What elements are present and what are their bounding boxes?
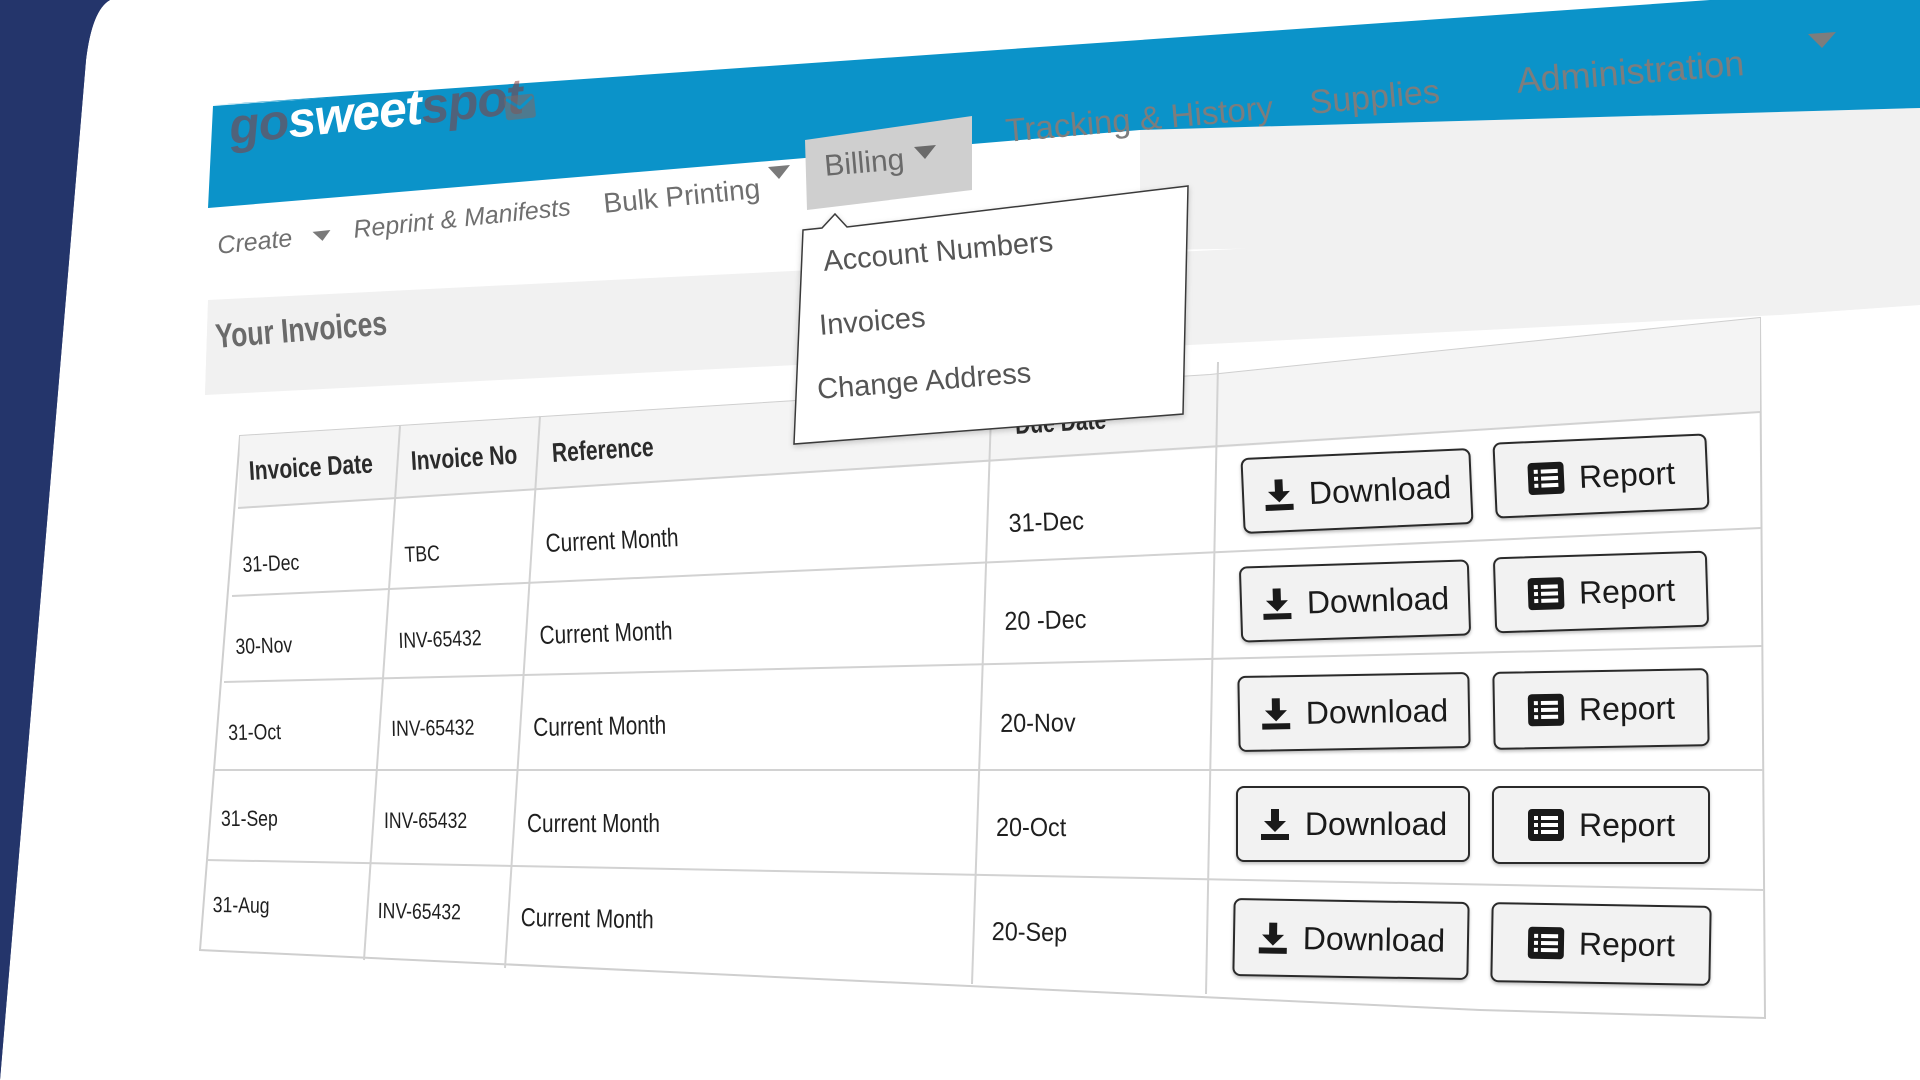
download-icon <box>1258 922 1287 954</box>
report-list-icon <box>1527 809 1564 841</box>
screenshot-stage: gosweetspot Tracking & History Supplies … <box>0 0 1920 1080</box>
report-label: Report <box>1578 806 1676 843</box>
row3-download-button[interactable]: Download <box>1237 671 1471 753</box>
report-list-icon <box>1527 577 1565 611</box>
row2-due-date: 20 -Dec <box>1004 603 1087 636</box>
row2-invoice-no: INV-65432 <box>398 625 482 653</box>
row5-due-date: 20-Sep <box>991 916 1068 948</box>
row4-invoice-no: INV-65432 <box>384 808 468 833</box>
report-list-icon <box>1527 926 1565 960</box>
row3-invoice-date: 31-Oct <box>228 719 282 745</box>
row3-due-date: 20-Nov <box>1000 707 1076 738</box>
row1-report-button[interactable]: Report <box>1492 433 1710 519</box>
download-label: Download <box>1306 579 1450 621</box>
row2-invoice-date: 30-Nov <box>235 632 293 659</box>
row1-invoice-date: 31-Dec <box>242 549 300 577</box>
row4-reference: Current Month <box>527 808 660 838</box>
row1-reference: Current Month <box>545 522 680 558</box>
download-label: Download <box>1304 805 1448 842</box>
row5-invoice-date: 31-Aug <box>212 892 270 918</box>
row2-report-button[interactable]: Report <box>1492 550 1710 634</box>
row2-download-button[interactable]: Download <box>1238 559 1472 643</box>
row3-invoice-no: INV-65432 <box>391 714 475 741</box>
download-icon <box>1263 588 1292 620</box>
row1-download-button[interactable]: Download <box>1240 448 1474 534</box>
row5-invoice-no: INV-65432 <box>377 898 462 925</box>
report-list-icon <box>1527 693 1565 727</box>
row4-due-date: 20-Oct <box>996 812 1067 842</box>
row3-report-button[interactable]: Report <box>1492 668 1710 750</box>
download-label: Download <box>1305 691 1449 731</box>
download-icon <box>1260 809 1289 840</box>
download-label: Download <box>1302 919 1446 959</box>
row1-invoice-no: TBC <box>404 540 441 567</box>
report-label: Report <box>1578 454 1676 495</box>
download-label: Download <box>1308 468 1452 511</box>
row3-reference: Current Month <box>533 709 667 742</box>
row4-invoice-date: 31-Sep <box>221 806 278 831</box>
download-icon <box>1262 698 1291 730</box>
report-label: Report <box>1578 689 1676 727</box>
download-icon <box>1265 479 1294 512</box>
row4-download-button[interactable]: Download <box>1236 786 1470 862</box>
row1-due-date: 31-Dec <box>1008 505 1085 538</box>
row5-download-button[interactable]: Download <box>1232 897 1470 981</box>
report-list-icon <box>1527 461 1565 495</box>
report-label: Report <box>1578 925 1676 963</box>
row5-reference: Current Month <box>520 902 654 935</box>
report-label: Report <box>1578 571 1676 611</box>
row4-report-button[interactable]: Report <box>1492 786 1710 864</box>
row5-report-button[interactable]: Report <box>1490 902 1712 986</box>
row2-reference: Current Month <box>539 615 673 650</box>
